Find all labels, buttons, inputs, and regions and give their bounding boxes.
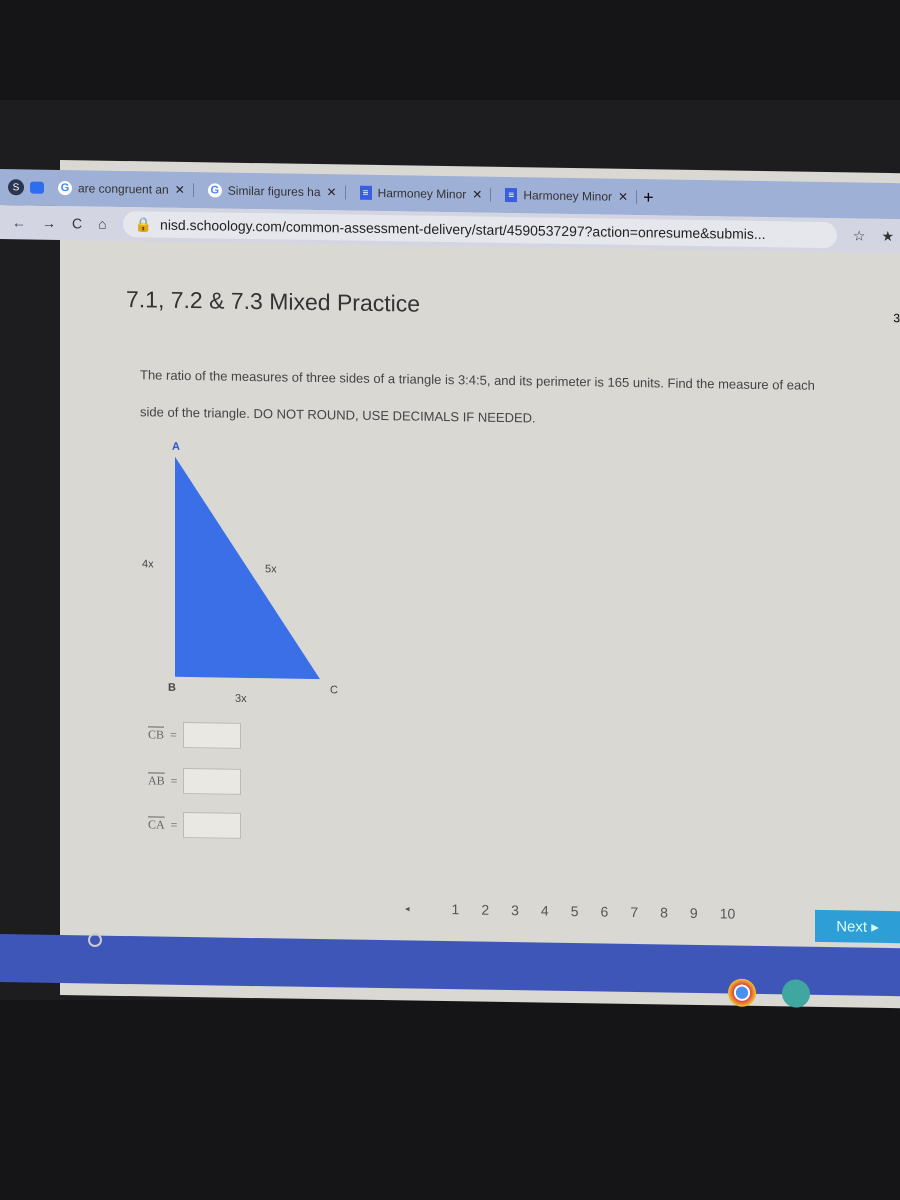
- vertex-c: C: [330, 684, 338, 697]
- close-icon[interactable]: ✕: [175, 183, 185, 197]
- side-ac-label: 5x: [265, 563, 277, 576]
- triangle-figure: A B C 4x 5x 3x: [140, 436, 340, 705]
- answer-ca: CA =: [148, 811, 242, 839]
- page-title: 7.1, 7.2 & 7.3 Mixed Practice: [126, 286, 421, 317]
- google-icon: G: [58, 180, 72, 196]
- page-8[interactable]: 8: [660, 904, 668, 920]
- extension-icon[interactable]: ★: [881, 227, 900, 244]
- tab-label: are congruent an: [78, 181, 169, 197]
- close-icon[interactable]: ✕: [327, 185, 337, 199]
- page-9[interactable]: 9: [690, 905, 698, 921]
- question-text: The ratio of the measures of three sides…: [140, 367, 815, 426]
- close-icon[interactable]: ✕: [472, 187, 482, 201]
- home-icon[interactable]: ⌂: [98, 216, 106, 232]
- launcher-icon[interactable]: [88, 933, 102, 947]
- side-ab-label: 4x: [142, 558, 154, 571]
- bookmark-star-icon[interactable]: ☆: [853, 227, 866, 244]
- next-button[interactable]: Next ▸: [815, 909, 900, 944]
- tab-label: Harmoney Minor: [523, 188, 613, 204]
- zoom-icon[interactable]: [30, 181, 44, 194]
- tab-label: Harmoney Minor: [377, 185, 467, 202]
- page-5[interactable]: 5: [571, 903, 579, 919]
- pagination: ◂ 1 2 3 4 5 6 7 8 9 10: [405, 900, 735, 921]
- answer-ab: AB =: [148, 767, 242, 795]
- screen: S Gare congruent an ✕ G Similar figures ha…: [0, 160, 900, 1009]
- lock-icon: 🔒: [134, 215, 153, 232]
- vertex-a: A: [172, 440, 180, 453]
- page-2[interactable]: 2: [481, 902, 489, 918]
- chrome-icon[interactable]: [728, 978, 756, 1007]
- triangle-shape: [175, 456, 320, 680]
- tab-docs-1[interactable]: ≡ Harmoney Minor ✕: [351, 185, 492, 202]
- page-10[interactable]: 10: [720, 905, 736, 921]
- page-1[interactable]: 1: [452, 901, 460, 917]
- tab-google-1[interactable]: Gare congruent an ✕: [50, 180, 194, 198]
- taskbar: [0, 934, 900, 997]
- page-4[interactable]: 4: [541, 903, 549, 919]
- page-6[interactable]: 6: [601, 903, 609, 919]
- vertex-b: B: [168, 681, 176, 694]
- ca-input[interactable]: [183, 811, 242, 839]
- page-3[interactable]: 3: [511, 902, 519, 918]
- tab-docs-2[interactable]: ≡ Harmoney Minor ✕: [497, 187, 638, 205]
- tab-label: Similar figures ha: [227, 183, 321, 200]
- side-number: 3: [893, 311, 900, 326]
- tab-google-2[interactable]: G Similar figures ha ✕: [199, 183, 346, 200]
- close-icon[interactable]: ✕: [618, 190, 628, 204]
- forward-icon[interactable]: →: [42, 215, 56, 231]
- back-icon[interactable]: ←: [12, 214, 26, 230]
- cb-input[interactable]: [182, 721, 241, 749]
- zoom-icon[interactable]: [782, 979, 810, 1008]
- side-bc-label: 3x: [235, 692, 247, 705]
- schoology-icon[interactable]: S: [8, 179, 24, 196]
- page-7[interactable]: 7: [630, 904, 638, 920]
- reload-icon[interactable]: C: [72, 215, 82, 231]
- url-text: nisd.schoology.com/common-assessment-del…: [160, 216, 766, 243]
- url-input[interactable]: 🔒 nisd.schoology.com/common-assessment-de…: [122, 210, 837, 249]
- answer-label: CB: [148, 726, 165, 742]
- prev-page-button[interactable]: ◂: [405, 903, 410, 914]
- docs-icon: ≡: [359, 185, 372, 200]
- google-icon: G: [207, 183, 222, 198]
- triangle-svg: [175, 456, 320, 680]
- answer-label: AB: [148, 772, 165, 788]
- answer-cb: CB =: [148, 721, 241, 749]
- answer-label: CA: [148, 816, 165, 832]
- new-tab-button[interactable]: +: [643, 187, 654, 208]
- ab-input[interactable]: [183, 767, 242, 795]
- docs-icon: ≡: [505, 187, 518, 203]
